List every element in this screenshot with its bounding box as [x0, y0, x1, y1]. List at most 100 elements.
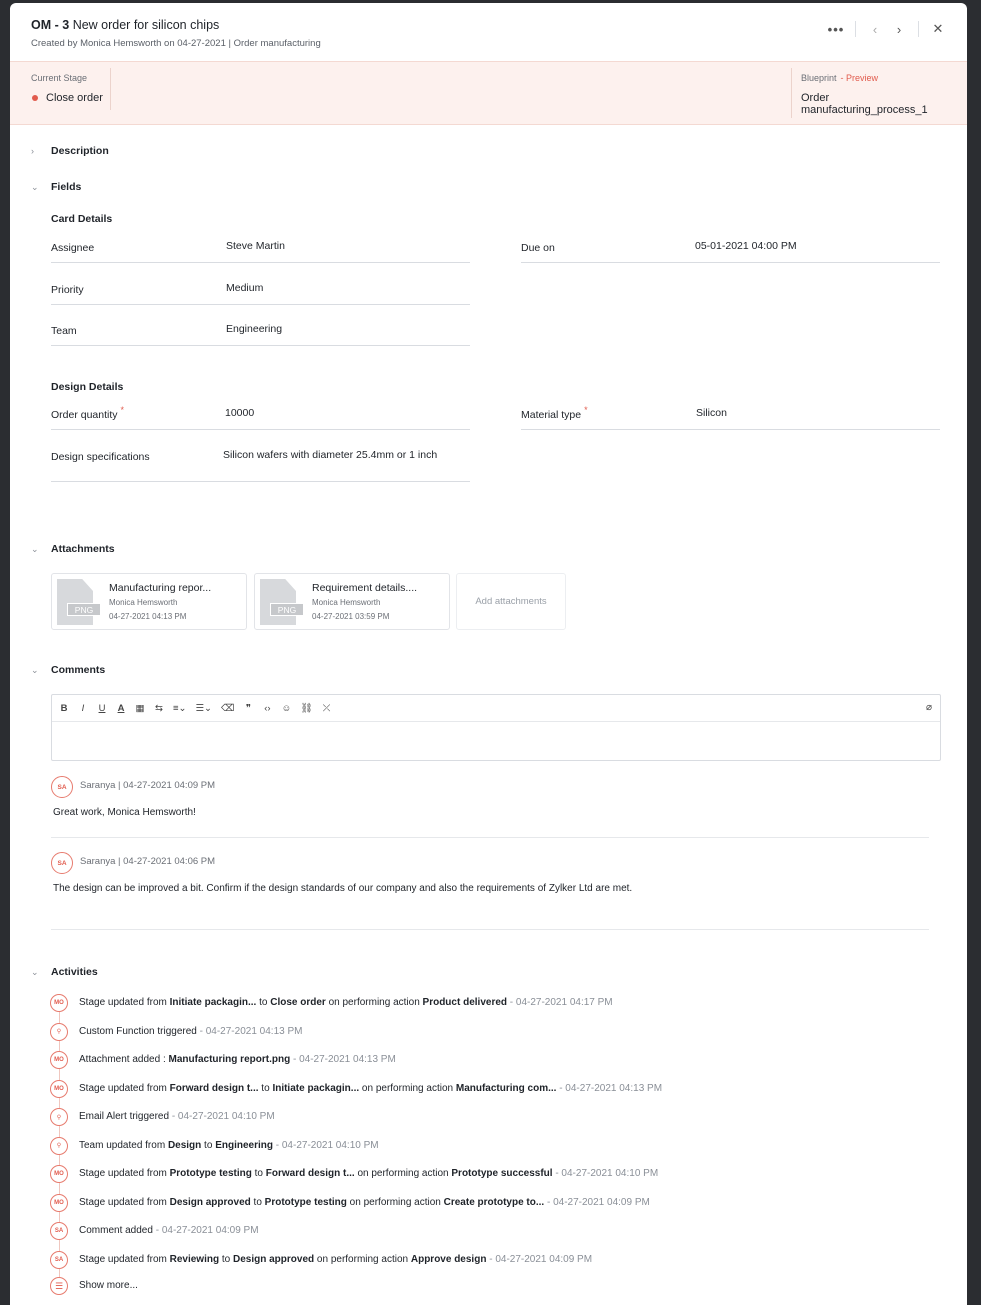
file-type-tag: PNG: [270, 603, 304, 616]
attachments-section-toggle[interactable]: ⌄ Attachments: [31, 543, 115, 555]
activity-text: Stage updated from Reviewing to Design a…: [79, 1254, 592, 1265]
underline-icon[interactable]: U: [97, 703, 107, 714]
comments-section-toggle[interactable]: ⌄ Comments: [31, 664, 105, 676]
fields-heading: Fields: [51, 181, 82, 193]
chevron-down-icon: ⌄: [31, 543, 39, 554]
quote-icon[interactable]: ❞: [243, 703, 253, 714]
current-stage[interactable]: Close order: [32, 92, 103, 104]
design-specifications-field[interactable]: Design specifications Silicon wafers wit…: [51, 448, 470, 482]
activity-value: Prototype successful: [451, 1168, 553, 1179]
activity-label: Stage updated from: [79, 1196, 170, 1208]
stage-divider: [791, 68, 792, 118]
team-field[interactable]: Team Engineering: [51, 322, 470, 346]
avatar: MO: [50, 1051, 68, 1069]
activity-label: on performing action: [346, 1196, 444, 1208]
activity-label: on performing action: [359, 1082, 456, 1094]
more-options-icon[interactable]: •••: [827, 20, 845, 38]
team-value: Engineering: [226, 323, 283, 335]
list-icon[interactable]: ☰⌄: [196, 703, 212, 714]
blueprint-value: Order manufacturing_process_1: [801, 92, 928, 116]
avatar: ⚲: [50, 1108, 68, 1126]
activity-timestamp: - 04-27-2021 04:17 PM: [507, 997, 613, 1008]
activity-label: Attachment added :: [79, 1054, 169, 1065]
text-color-icon[interactable]: A: [116, 703, 126, 714]
avatar: SA: [51, 776, 73, 798]
fields-section-toggle[interactable]: ⌄ Fields: [31, 181, 81, 193]
comment-editor[interactable]: B I U A ▦ ⇆ ≡⌄ ☰⌄ ⌫ ❞ ‹› ☺ ⛓ ⤫ ⌀: [51, 694, 941, 761]
activity-value: Manufacturing com...: [455, 1082, 557, 1094]
show-more-row[interactable]: ☰ Show more...: [50, 1277, 950, 1297]
stage-dot-icon: [32, 95, 38, 101]
description-heading: Description: [51, 145, 109, 157]
activity-item: MO Stage updated from Forward design t...…: [50, 1079, 950, 1100]
eraser-icon[interactable]: ⌫: [221, 703, 234, 714]
indent-icon[interactable]: ⇆: [154, 703, 164, 714]
bold-icon[interactable]: B: [59, 703, 69, 714]
italic-icon[interactable]: I: [78, 703, 88, 714]
attachment-card[interactable]: PNG Manufacturing repor... Monica Hemswo…: [51, 573, 247, 630]
close-icon[interactable]: ✕: [929, 20, 947, 38]
order-quantity-field[interactable]: Order quantity * 10000: [51, 405, 470, 430]
activity-value: Design approved: [233, 1253, 315, 1265]
stage-divider: [110, 68, 111, 110]
attachments-heading: Attachments: [51, 543, 115, 555]
previous-icon[interactable]: ‹: [866, 20, 884, 38]
comment-item: SA Saranya | 04-27-2021 04:06 PM The des…: [51, 852, 929, 932]
activity-item: MO Stage updated from Initiate packagin..…: [50, 994, 950, 1014]
activity-item: SA Comment added - 04-27-2021 04:09 PM: [50, 1222, 950, 1242]
activity-timestamp: - 04-27-2021 04:13 PM: [196, 1025, 303, 1037]
table-icon[interactable]: ▦: [135, 703, 145, 714]
card-title-text: New order for silicon chips: [72, 18, 220, 32]
show-more-link[interactable]: Show more...: [79, 1280, 138, 1291]
emoji-icon[interactable]: ☺: [281, 703, 292, 714]
activity-text: Stage updated from Design approved to Pr…: [79, 1197, 650, 1208]
activity-label: to: [201, 1139, 216, 1151]
attachment-card[interactable]: PNG Requirement details.... Monica Hemsw…: [254, 573, 450, 630]
code-icon[interactable]: ‹›: [262, 703, 272, 714]
due-on-field[interactable]: Due on 05-01-2021 04:00 PM: [521, 239, 940, 263]
material-type-field[interactable]: Material type * Silicon: [521, 405, 940, 430]
unlink-icon[interactable]: ⤫: [322, 703, 332, 714]
png-file-icon: PNG: [57, 579, 101, 625]
blueprint-preview-link[interactable]: - Preview: [841, 73, 879, 83]
link-icon[interactable]: ⛓: [300, 703, 312, 714]
align-icon[interactable]: ≡⌄: [173, 703, 187, 714]
assignee-field[interactable]: Assignee Steve Martin: [51, 239, 470, 263]
activity-label: Stage updated from: [79, 1253, 170, 1265]
due-on-label: Due on: [521, 242, 555, 254]
current-stage-value: Close order: [46, 92, 103, 104]
description-section-toggle[interactable]: › Description: [31, 145, 109, 157]
chevron-down-icon: ⌄: [31, 966, 39, 977]
priority-value: Medium: [226, 282, 264, 294]
activity-label: to: [258, 1082, 273, 1094]
add-attachments-button[interactable]: Add attachments: [456, 573, 566, 630]
file-page-shape: [57, 579, 93, 625]
comment-body: The design can be improved a bit. Confir…: [53, 883, 633, 894]
activity-timestamp: - 04-27-2021 04:09 PM: [486, 1253, 593, 1265]
activity-item: MO Stage updated from Prototype testing t…: [50, 1165, 950, 1185]
priority-field[interactable]: Priority Medium: [51, 281, 470, 305]
card-details-heading: Card Details: [51, 213, 113, 225]
activity-timestamp: - 04-27-2021 04:13 PM: [290, 1054, 396, 1065]
priority-label: Priority: [51, 284, 84, 296]
card-id: OM - 3: [31, 18, 70, 32]
editor-toolbar: B I U A ▦ ⇆ ≡⌄ ☰⌄ ⌫ ❞ ‹› ☺ ⛓ ⤫: [52, 695, 940, 722]
due-on-value: 05-01-2021 04:00 PM: [695, 240, 797, 252]
attachment-name: Requirement details....: [312, 582, 418, 594]
current-stage-label: Current Stage: [31, 73, 88, 83]
paperclip-icon[interactable]: ⌀: [926, 702, 932, 713]
comment-divider: [51, 837, 929, 838]
activity-label: Custom Function triggered: [79, 1025, 197, 1037]
activity-timestamp: - 04-27-2021 04:10 PM: [552, 1168, 659, 1179]
activity-label: Stage updated from: [79, 1168, 170, 1179]
activities-section-toggle[interactable]: ⌄ Activities: [31, 966, 98, 978]
next-icon[interactable]: ›: [890, 20, 908, 38]
list-icon: ☰: [50, 1277, 68, 1295]
activity-timestamp: - 04-27-2021 04:13 PM: [556, 1082, 663, 1094]
activity-text: Custom Function triggered - 04-27-2021 0…: [79, 1026, 302, 1037]
activity-text: Stage updated from Forward design t... t…: [79, 1083, 662, 1094]
comment-meta: Saranya | 04-27-2021 04:09 PM: [80, 780, 216, 791]
activity-value: Product delivered: [422, 997, 507, 1008]
activity-item: ⚲ Email Alert triggered - 04-27-2021 04:1…: [50, 1108, 950, 1128]
file-type-tag: PNG: [67, 603, 101, 616]
